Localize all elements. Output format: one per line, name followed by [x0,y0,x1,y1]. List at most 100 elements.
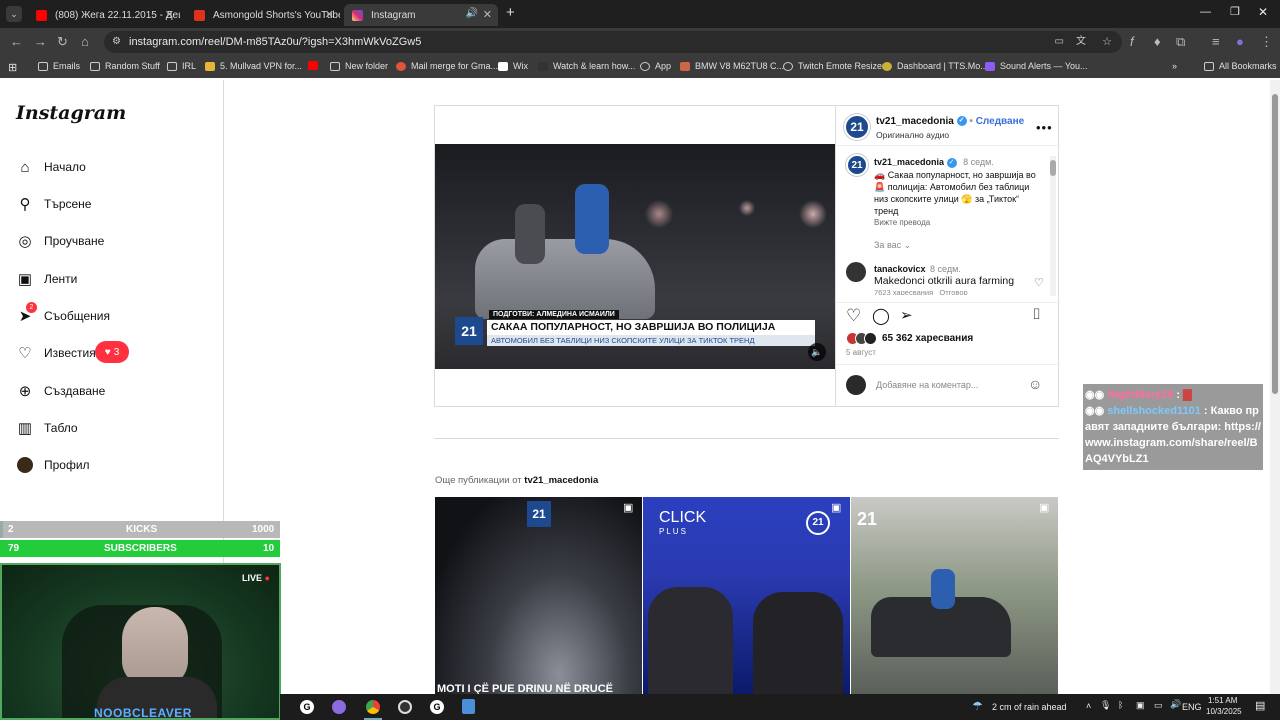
app-g-icon[interactable]: G [430,700,444,714]
bookmark-new-folder[interactable]: New folder [330,61,388,71]
close-tab-icon[interactable]: ✕ [325,8,334,21]
nav-explore[interactable]: ◎ Проучване [16,232,104,250]
volume-icon[interactable]: 🔊 [1170,699,1181,710]
extension-f-icon[interactable]: f [1130,34,1134,49]
nav-notifications[interactable]: ♡ Известия ♥ 3 [16,341,129,363]
nav-dashboard[interactable]: ▥ Табло [16,419,78,437]
app-chrome-icon[interactable] [366,700,380,714]
mute-icon[interactable]: 🔈 [808,343,826,361]
tray-app-icon[interactable]: ▣ [1136,700,1145,711]
forward-icon[interactable]: → [34,34,47,49]
nav-create[interactable]: ⊕ Създаване [16,382,106,400]
bookmark-irl[interactable]: IRL [167,61,196,71]
page-scrollbar[interactable] [1270,80,1280,694]
clock-time[interactable]: 1:51 AM [1208,696,1237,705]
bookmark-watch-learn[interactable]: Watch & learn how... [538,61,635,71]
bookmark-twitch-emote[interactable]: Twitch Emote Resizer [783,61,885,71]
instagram-logo[interactable]: Instagram [16,102,126,124]
cast-icon[interactable]: ▭ [1055,31,1064,53]
mic-icon[interactable]: 🎙 [1100,700,1111,711]
bookmark-dashboard[interactable]: Dashboard | TTS.Mo... [882,61,988,71]
apps-grid-icon[interactable]: ⊞ [8,61,17,74]
close-window-icon[interactable]: ✕ [1258,5,1268,19]
more-posts-heading: Още публикации от tv21_macedonia [435,475,599,486]
emoji-icon[interactable]: ☺ [1028,376,1042,392]
account-name[interactable]: tv21_macedonia [876,116,954,127]
more-options-icon[interactable]: ••• [1036,120,1053,135]
nav-home[interactable]: ⌂ Начало [16,158,85,176]
reload-icon[interactable]: ↻ [57,34,68,50]
bookmark-youtube[interactable] [308,61,323,70]
comment-icon[interactable]: ◯ [872,306,890,326]
nav-profile[interactable]: Профил [16,456,90,474]
media-control-icon[interactable]: ≡ [1212,34,1220,49]
comments-scrollbar[interactable] [1050,156,1056,296]
notifications-icon[interactable]: ▤ [1255,699,1265,712]
likes-count[interactable]: 65 362 харесвания [882,333,973,344]
reel-video[interactable]: ПОДГОТВИ: АЛМЕДИНА ИСМАИЛИ 21 САКАА ПОПУ… [435,144,835,369]
weather-text[interactable]: 2 cm of rain ahead [992,702,1067,712]
restore-icon[interactable]: ❐ [1230,5,1240,18]
close-tab-icon[interactable]: ✕ [165,8,174,21]
app-g-icon[interactable]: G [300,700,314,714]
profile-icon[interactable]: ● [1236,34,1244,49]
tab-audio-icon[interactable]: 🔊 [466,8,478,19]
bookmark-wix[interactable]: Wix [498,61,528,71]
translate-icon[interactable]: 文 [1076,31,1086,53]
tab-asmongold[interactable]: Asmongold Shorts's YouTube S... ✕ [186,4,340,26]
commenter-avatar[interactable] [846,262,866,282]
bookmark-sound-alerts[interactable]: Sound Alerts — You... [985,61,1088,71]
for-you-toggle[interactable]: За вас ⌄ [874,239,1044,251]
network-icon[interactable]: ▭ [1154,700,1163,711]
caption-avatar[interactable]: 21 [846,154,868,176]
tab-search-icon[interactable]: ⌄ [6,6,22,22]
home-icon[interactable]: ⌂ [81,34,89,49]
new-tab-button[interactable]: + [506,4,515,21]
tab-youtube[interactable]: (808) Жега 22.11.2015 - Децата... ✕ [28,4,180,26]
more-posts-account[interactable]: tv21_macedonia [524,475,598,486]
menu-dots-icon[interactable]: ⋮ [1260,34,1273,50]
more-post-thumbnail[interactable]: CLICK PLUS 21 ▣ [643,497,850,694]
weather-icon[interactable]: ☂ [972,699,983,713]
clock-date[interactable]: 10/3/2025 [1206,707,1242,716]
bookmark-star-icon[interactable]: ☆ [1102,31,1112,53]
nav-search[interactable]: ⚲ Търсене [16,195,92,213]
nav-reels[interactable]: ▣ Ленти [16,270,77,288]
bookmark-mail-merge[interactable]: Mail merge for Gma... [396,61,498,71]
like-icon[interactable]: ♡ [846,306,861,326]
comment-user[interactable]: tanackovicx [874,264,926,274]
caption-account[interactable]: tv21_macedonia [874,157,944,167]
more-post-thumbnail[interactable]: 21 ▣ MOTI I ÇË PUE DRINU NË DRUCË [435,497,642,694]
bookmark-mullvad[interactable]: 5. Mullvad VPN for... [205,61,302,71]
bluetooth-icon[interactable]: ᛒ [1118,700,1123,710]
close-tab-icon[interactable]: ✕ [483,8,492,21]
more-bookmarks-icon[interactable]: » [1172,61,1177,71]
bookmark-emails[interactable]: Emails [38,61,80,71]
url-bar[interactable]: ⚙ instagram.com/reel/DM-m85TAz0u/?igsh=X… [104,31,1122,53]
share-icon[interactable]: ➢ [900,306,913,324]
bookmark-bmw[interactable]: BMW V8 M62TU8 C... [680,61,784,71]
extensions-puzzle-icon[interactable]: ⧉ [1176,34,1185,50]
add-comment-input[interactable]: Добавяне на коментар... [876,380,978,390]
tab-instagram[interactable]: Instagram 🔊 ✕ [344,4,498,26]
language-indicator[interactable]: ENG [1182,702,1202,712]
back-icon[interactable]: ← [10,34,23,49]
minimize-icon[interactable]: — [1200,6,1211,18]
site-info-icon[interactable]: ⚙ [112,31,121,53]
bookmark-app[interactable]: App [640,61,671,71]
see-translation-link[interactable]: Вижте превода [874,217,1044,229]
save-icon[interactable]: ⌷ [1032,306,1041,323]
comment-like-icon[interactable]: ♡ [1034,276,1044,289]
tray-chevron-icon[interactable]: ˄ [1086,701,1091,711]
calculator-icon[interactable] [462,699,475,714]
app-obs-icon[interactable] [398,700,412,714]
follow-button[interactable]: Следване [976,116,1025,127]
bookmark-all[interactable]: All Bookmarks [1204,61,1277,71]
audio-label[interactable]: Оригинално аудио [876,130,949,140]
app-browser-alt-icon[interactable] [332,700,346,714]
more-post-thumbnail[interactable]: 21 ▣ [851,497,1058,694]
extension-bulb-icon[interactable]: ♦ [1154,34,1161,49]
bookmark-random-stuff[interactable]: Random Stuff [90,61,160,71]
nav-messages[interactable]: ➤ 2 Съобщения [16,302,110,325]
account-avatar[interactable]: 21 [844,114,870,140]
